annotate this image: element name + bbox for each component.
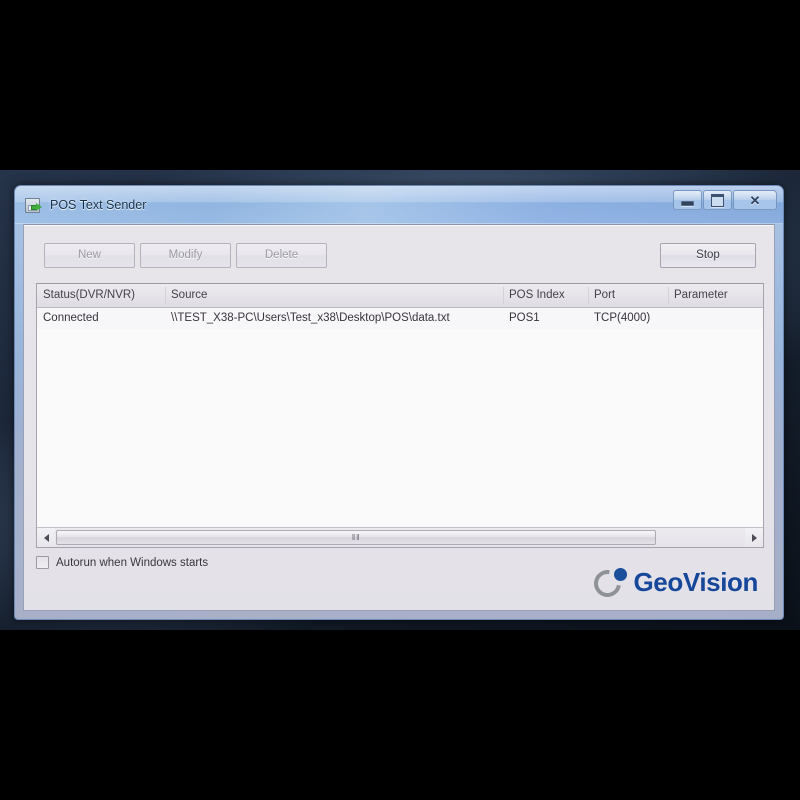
geovision-logo: GeoVision	[589, 562, 758, 603]
new-button[interactable]: New	[44, 243, 135, 268]
connections-list-panel: Status(DVR/NVR) Source POS Index Port Pa…	[36, 283, 764, 548]
pos-text-sender-window: POS Text Sender ✕ New Modify Delete Stop…	[14, 185, 784, 620]
column-header-parameter[interactable]: Parameter	[668, 284, 763, 307]
modify-button[interactable]: Modify	[140, 243, 231, 268]
scroll-right-button[interactable]	[745, 528, 763, 547]
table-header-row: Status(DVR/NVR) Source POS Index Port Pa…	[37, 284, 763, 308]
autorun-checkbox[interactable]	[36, 556, 49, 569]
geovision-wordmark: GeoVision	[633, 567, 758, 597]
autorun-label: Autorun when Windows starts	[56, 556, 209, 569]
table-row[interactable]: Connected \\TEST_X38-PC\Users\Test_x38\D…	[37, 308, 763, 329]
chevron-left-icon	[43, 533, 49, 542]
delete-button[interactable]: Delete	[236, 243, 327, 268]
close-button[interactable]: ✕	[733, 190, 777, 210]
cell-pos-index: POS1	[509, 312, 540, 324]
column-header-port[interactable]: Port	[588, 284, 668, 307]
column-header-status[interactable]: Status(DVR/NVR)	[37, 284, 165, 307]
column-header-source[interactable]: Source	[165, 284, 503, 307]
cell-status: Connected	[43, 312, 99, 324]
toolbar: New Modify Delete Stop	[44, 243, 756, 268]
chevron-right-icon	[751, 533, 757, 542]
maximize-button[interactable]	[703, 190, 732, 210]
title-bar[interactable]: POS Text Sender ✕	[15, 186, 783, 224]
cell-port: TCP(4000)	[594, 312, 651, 324]
scroll-left-button[interactable]	[37, 528, 55, 547]
footer: Autorun when Windows starts GeoVision	[36, 550, 764, 604]
autorun-checkbox-row[interactable]: Autorun when Windows starts	[36, 556, 208, 569]
scrollbar-grip-icon: ‖‖	[351, 532, 361, 542]
window-title: POS Text Sender	[50, 198, 147, 212]
window-controls: ✕	[673, 190, 777, 210]
stop-button[interactable]: Stop	[660, 243, 756, 268]
maximize-icon	[711, 193, 724, 207]
cell-source: \\TEST_X38-PC\Users\Test_x38\Desktop\POS…	[171, 312, 450, 324]
geovision-mark-icon	[589, 564, 629, 603]
column-header-pos-index[interactable]: POS Index	[503, 284, 588, 307]
minimize-button[interactable]	[673, 190, 702, 210]
table-body: Connected \\TEST_X38-PC\Users\Test_x38\D…	[37, 308, 763, 527]
close-icon: ✕	[749, 192, 761, 208]
desktop-background: POS Text Sender ✕ New Modify Delete Stop…	[0, 0, 800, 800]
client-area: New Modify Delete Stop Status(DVR/NVR) S…	[23, 224, 775, 611]
scrollbar-thumb[interactable]: ‖‖	[56, 530, 657, 545]
scrollbar-track[interactable]: ‖‖	[55, 528, 745, 547]
title-bar-left: POS Text Sender	[25, 186, 146, 224]
horizontal-scrollbar[interactable]: ‖‖	[37, 527, 763, 547]
minimize-icon	[681, 200, 694, 206]
save-disk-green-arrow-icon	[25, 197, 42, 214]
cell-parameter	[668, 308, 763, 329]
